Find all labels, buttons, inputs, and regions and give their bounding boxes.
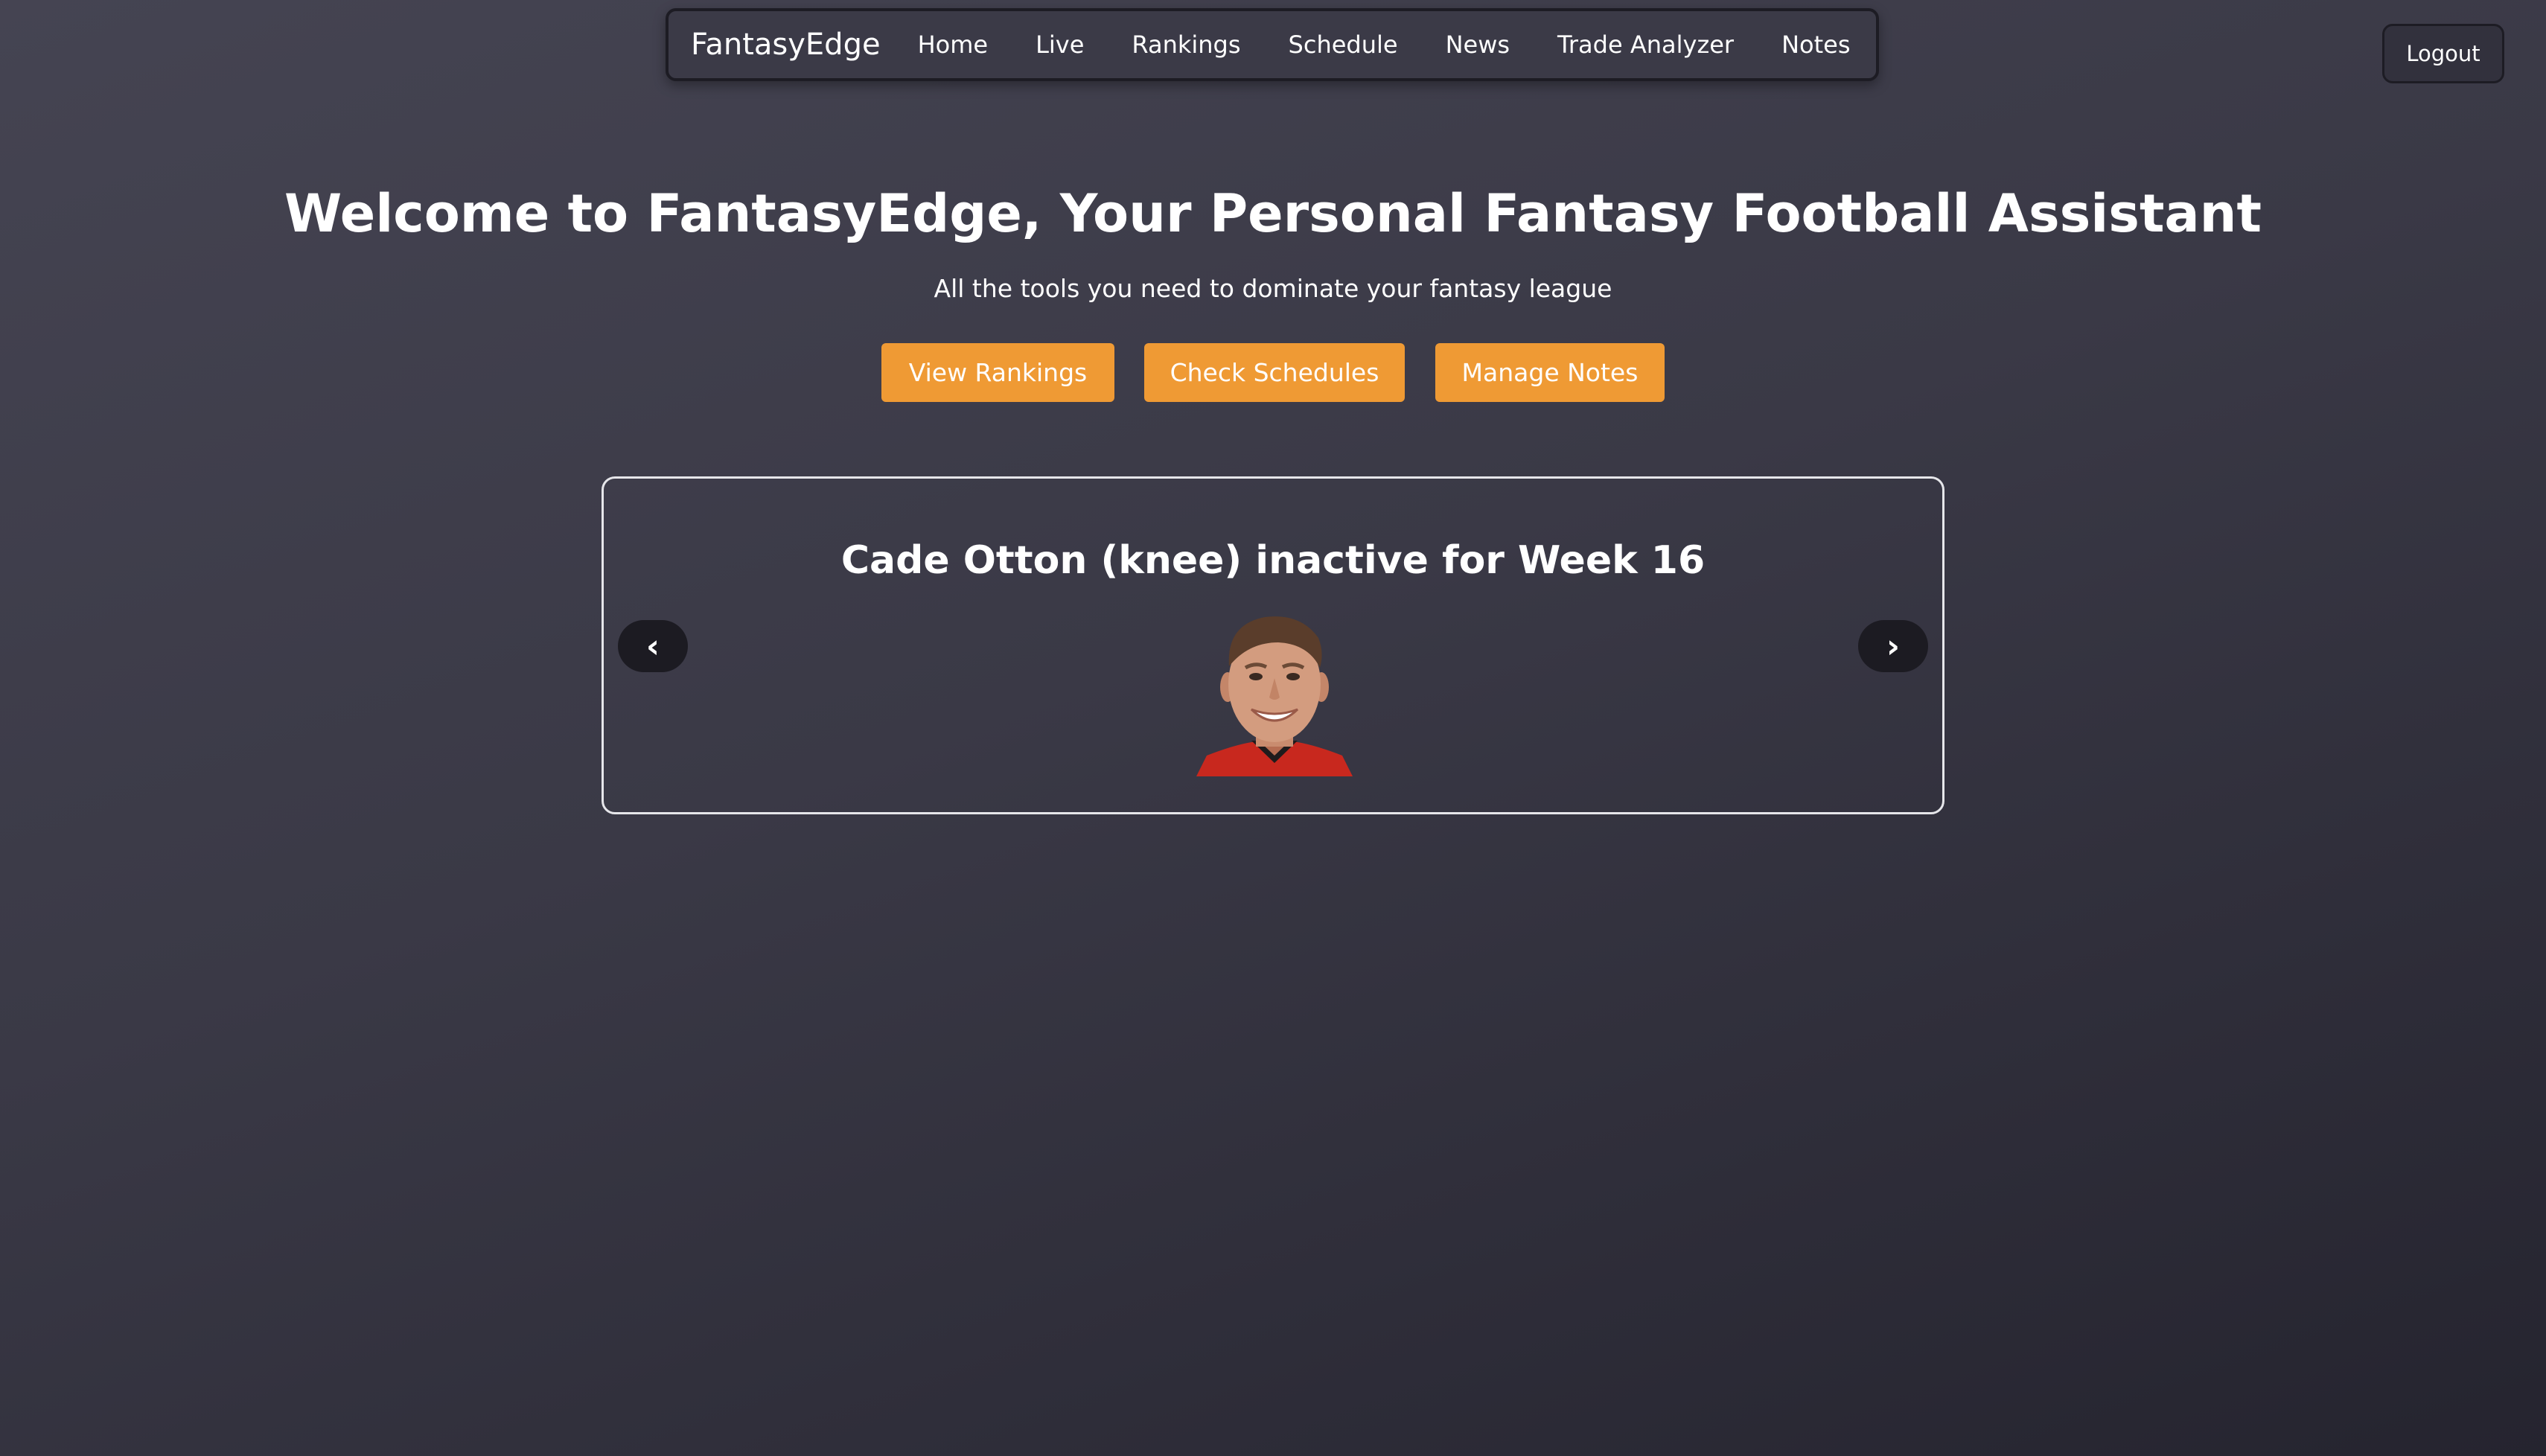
carousel-prev-button[interactable]: ‹ (618, 620, 688, 672)
manage-notes-button[interactable]: Manage Notes (1435, 343, 1665, 402)
logout-button[interactable]: Logout (2382, 24, 2504, 83)
chevron-left-icon: ‹ (645, 627, 660, 665)
nav-link-trade-analyzer[interactable]: Trade Analyzer (1557, 31, 1734, 59)
news-carousel: Cade Otton (knee) inactive for Week 16 ‹… (602, 476, 1944, 814)
page-subtitle: All the tools you need to dominate your … (934, 274, 1612, 303)
carousel-next-button[interactable]: › (1858, 620, 1928, 672)
nav-link-schedule[interactable]: Schedule (1289, 31, 1398, 59)
page-title: Welcome to FantasyEdge, Your Personal Fa… (284, 183, 2262, 244)
news-headline[interactable]: Cade Otton (knee) inactive for Week 16 (604, 538, 1942, 583)
view-rankings-button[interactable]: View Rankings (881, 343, 1114, 402)
check-schedules-button[interactable]: Check Schedules (1144, 343, 1405, 402)
chevron-right-icon: › (1886, 627, 1901, 665)
top-navbar: FantasyEdge Home Live Rankings Schedule … (666, 8, 1879, 81)
nav-link-home[interactable]: Home (918, 31, 989, 59)
nav-link-notes[interactable]: Notes (1781, 31, 1850, 59)
player-headshot (1196, 616, 1353, 776)
brand-logo-text[interactable]: FantasyEdge (691, 28, 881, 62)
nav-link-news[interactable]: News (1446, 31, 1510, 59)
nav-link-live[interactable]: Live (1036, 31, 1084, 59)
nav-link-rankings[interactable]: Rankings (1132, 31, 1240, 59)
